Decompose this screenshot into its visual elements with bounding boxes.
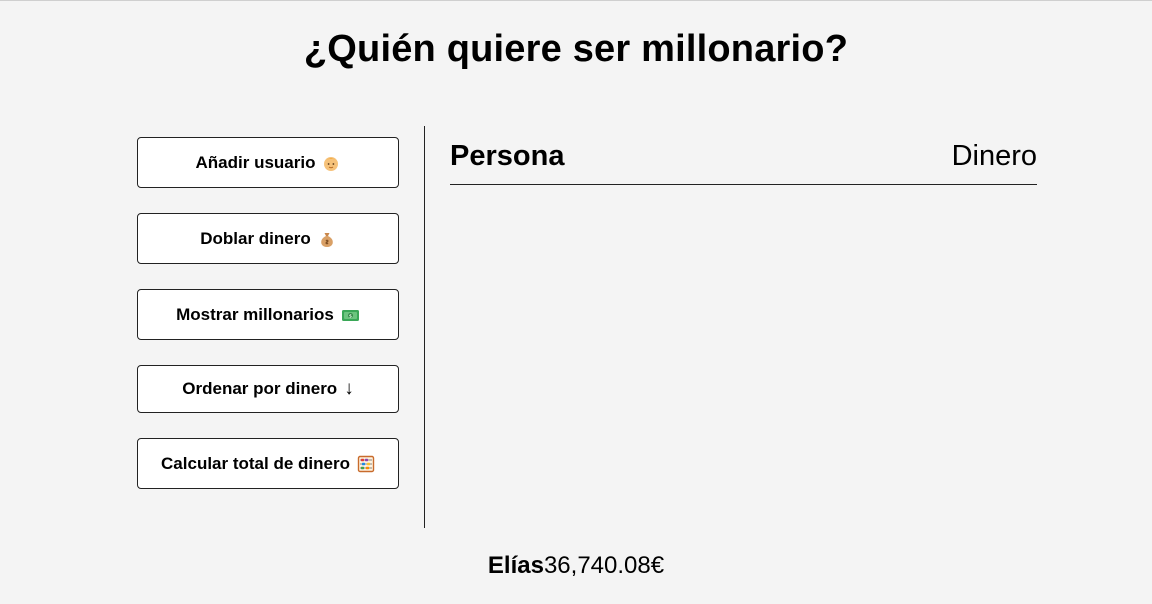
page-title: ¿Quién quiere ser millonario? bbox=[303, 28, 849, 70]
banknote-icon: $ bbox=[341, 306, 360, 324]
column-header-dinero: Dinero bbox=[951, 139, 1037, 172]
total-amount: 36,740.08€ bbox=[543, 552, 665, 579]
action-panel: Añadir usuario Doblar dinero Mostrar mil… bbox=[137, 137, 399, 514]
add-user-button[interactable]: Añadir usuario bbox=[137, 137, 399, 188]
show-millionaires-button[interactable]: Mostrar millonarios $ bbox=[137, 289, 399, 340]
add-user-label: Añadir usuario bbox=[195, 152, 316, 172]
total-row: Elías36,740.08€ bbox=[0, 552, 1152, 580]
column-header-persona: Persona bbox=[450, 139, 565, 172]
sort-by-money-label: Ordenar por dinero bbox=[182, 379, 338, 398]
double-money-button[interactable]: Doblar dinero bbox=[137, 213, 399, 264]
down-arrow-icon: ↓ bbox=[344, 378, 354, 399]
sort-by-money-button[interactable]: Ordenar por dinero ↓ bbox=[137, 365, 399, 413]
total-name: Elías bbox=[487, 552, 544, 579]
svg-text:$: $ bbox=[349, 313, 352, 319]
calculate-total-button[interactable]: Calcular total de dinero bbox=[137, 438, 399, 489]
money-bag-icon bbox=[318, 230, 336, 248]
table-header: Persona Dinero bbox=[450, 134, 1037, 185]
vertical-divider bbox=[424, 126, 425, 528]
baby-face-icon bbox=[322, 154, 340, 172]
show-millionaires-label: Mostrar millonarios bbox=[176, 304, 334, 324]
abacus-icon bbox=[357, 455, 375, 473]
calculate-total-label: Calcular total de dinero bbox=[161, 453, 350, 473]
double-money-label: Doblar dinero bbox=[200, 228, 311, 248]
